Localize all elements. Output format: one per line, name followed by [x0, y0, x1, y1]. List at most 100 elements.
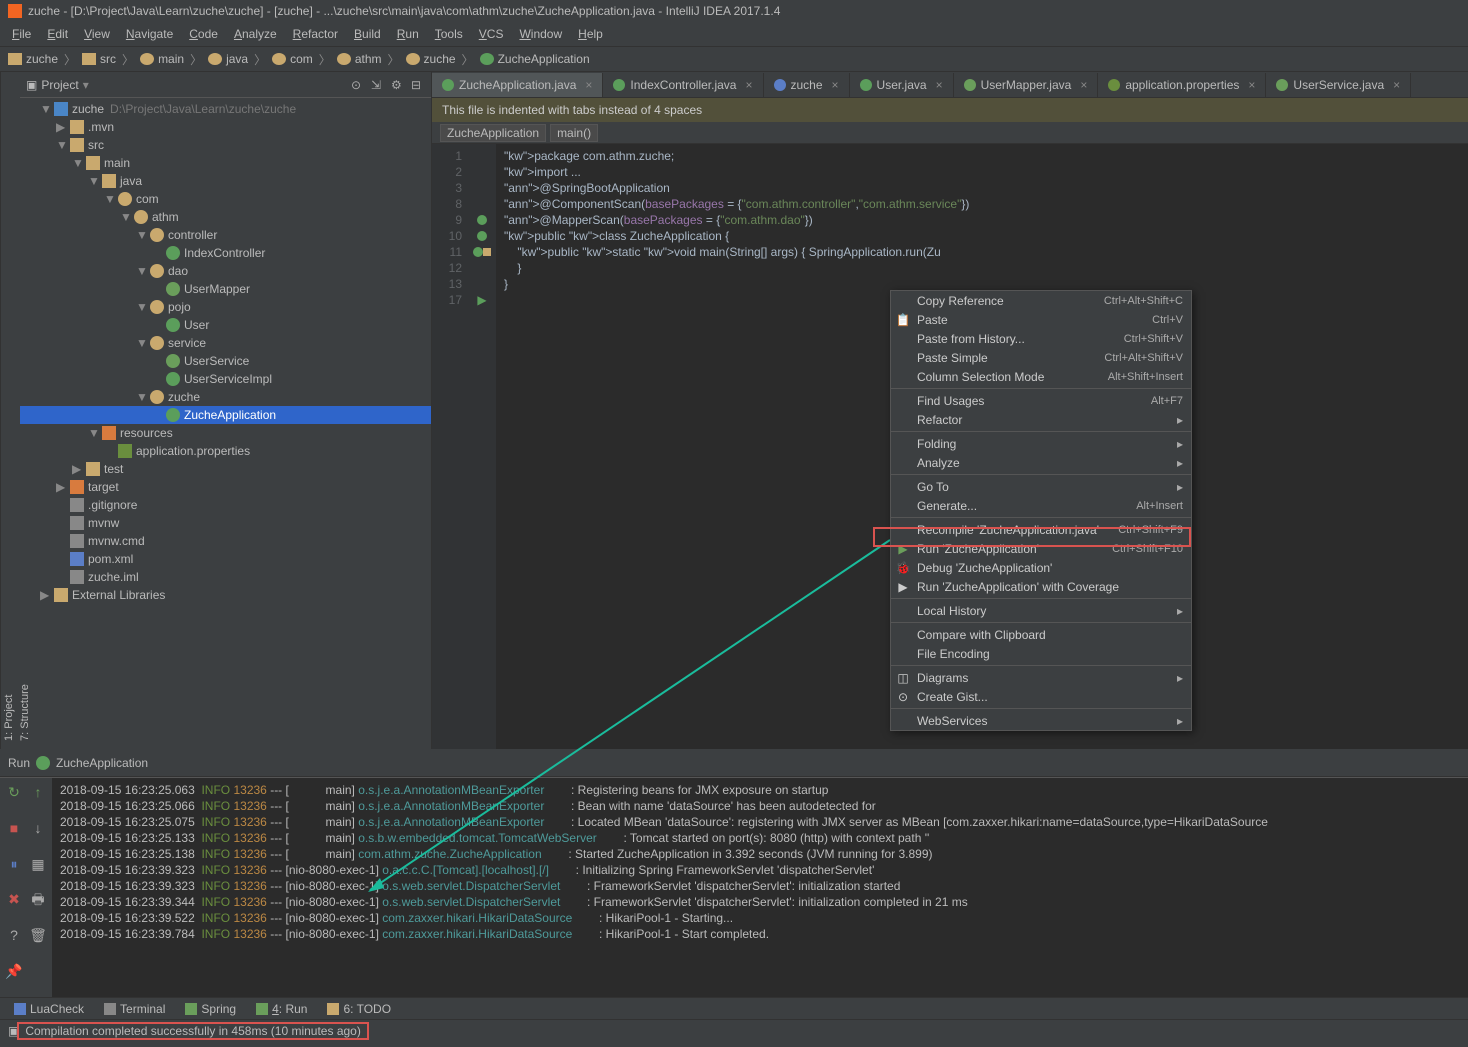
close-icon[interactable]: ✖: [4, 889, 24, 909]
structure-tool-tab[interactable]: 7: Structure: [17, 72, 33, 749]
editor-gutter[interactable]: ▶: [468, 144, 496, 749]
menu-window[interactable]: Window: [511, 25, 570, 43]
project-tree[interactable]: ▼zucheD:\Project\Java\Learn\zuche\zuche▶…: [20, 98, 431, 749]
menu-refactor[interactable]: Refactor: [285, 25, 346, 43]
print-icon[interactable]: 🖶: [28, 889, 48, 909]
ctx-paste-simple[interactable]: Paste SimpleCtrl+Alt+Shift+V: [891, 348, 1191, 367]
ctx-go-to[interactable]: Go To▸: [891, 477, 1191, 496]
project-tool-tab[interactable]: 1: Project: [1, 72, 17, 749]
run-console-output[interactable]: 2018-09-15 16:23:25.063 INFO 13236 --- […: [52, 778, 1468, 997]
tab-User.java[interactable]: User.java×: [850, 73, 954, 97]
tree-item-dao[interactable]: ▼dao: [20, 262, 431, 280]
menu-analyze[interactable]: Analyze: [226, 25, 285, 43]
tab-close-icon[interactable]: ×: [1393, 78, 1400, 92]
ctx-analyze[interactable]: Analyze▸: [891, 453, 1191, 472]
bean-icon[interactable]: [477, 215, 487, 225]
ctx-diagrams[interactable]: ◫Diagrams▸: [891, 668, 1191, 687]
tree-item-resources[interactable]: ▼resources: [20, 424, 431, 442]
trash-icon[interactable]: 🗑: [28, 925, 48, 945]
ctx-paste-from-history-[interactable]: Paste from History...Ctrl+Shift+V: [891, 329, 1191, 348]
tree-item-.mvn[interactable]: ▶.mvn: [20, 118, 431, 136]
ctx-copy-reference[interactable]: Copy ReferenceCtrl+Alt+Shift+C: [891, 291, 1191, 310]
menu-help[interactable]: Help: [570, 25, 611, 43]
expand-icon[interactable]: ⇲: [371, 78, 385, 92]
tab-close-icon[interactable]: ×: [1080, 78, 1087, 92]
tab-close-icon[interactable]: ×: [745, 78, 752, 92]
menu-build[interactable]: Build: [346, 25, 389, 43]
menu-vcs[interactable]: VCS: [471, 25, 512, 43]
tree-item-athm[interactable]: ▼athm: [20, 208, 431, 226]
ctx-create-gist-[interactable]: ⊙Create Gist...: [891, 687, 1191, 706]
tree-item-application.properties[interactable]: application.properties: [20, 442, 431, 460]
tree-item-UserService[interactable]: UserService: [20, 352, 431, 370]
tree-item-IndexController[interactable]: IndexController: [20, 244, 431, 262]
tree-item-UserServiceImpl[interactable]: UserServiceImpl: [20, 370, 431, 388]
tab-close-icon[interactable]: ×: [936, 78, 943, 92]
tree-item-mvnw.cmd[interactable]: mvnw.cmd: [20, 532, 431, 550]
tree-item-zuche[interactable]: ▼zuche: [20, 388, 431, 406]
ctx-folding[interactable]: Folding▸: [891, 434, 1191, 453]
ctx-webservices[interactable]: WebServices▸: [891, 711, 1191, 730]
ctx-refactor[interactable]: Refactor▸: [891, 410, 1191, 429]
tree-item-pojo[interactable]: ▼pojo: [20, 298, 431, 316]
menu-view[interactable]: View: [76, 25, 118, 43]
tree-item-target[interactable]: ▶target: [20, 478, 431, 496]
ctx-run-zucheapplication-with-coverage[interactable]: ▶Run 'ZucheApplication' with Coverage: [891, 577, 1191, 596]
tab-IndexController.java[interactable]: IndexController.java×: [603, 73, 763, 97]
layout-icon[interactable]: ▦: [28, 854, 48, 874]
down-icon[interactable]: ↓: [28, 818, 48, 838]
breadcrumb-zuche[interactable]: zuche: [402, 52, 460, 66]
up-icon[interactable]: ↑: [28, 782, 48, 802]
breadcrumb-item[interactable]: main(): [550, 124, 598, 142]
tree-item-com[interactable]: ▼com: [20, 190, 431, 208]
bottom-tab-Terminal[interactable]: Terminal: [94, 1002, 175, 1016]
tree-item-External Libraries[interactable]: ▶External Libraries: [20, 586, 431, 604]
menu-navigate[interactable]: Navigate: [118, 25, 181, 43]
tree-item-java[interactable]: ▼java: [20, 172, 431, 190]
tree-item-pom.xml[interactable]: pom.xml: [20, 550, 431, 568]
stop-icon[interactable]: ■: [4, 818, 24, 838]
ctx-compare-with-clipboard[interactable]: Compare with Clipboard: [891, 625, 1191, 644]
editor-context-menu[interactable]: Copy ReferenceCtrl+Alt+Shift+C📋PasteCtrl…: [890, 290, 1192, 731]
breadcrumb-zuche[interactable]: zuche: [4, 52, 62, 66]
tree-item-service[interactable]: ▼service: [20, 334, 431, 352]
bottom-tab-4: Run[interactable]: 4: Run: [246, 1002, 317, 1016]
menu-file[interactable]: File: [4, 25, 39, 43]
tree-item-zuche.iml[interactable]: zuche.iml: [20, 568, 431, 586]
tree-item-ZucheApplication[interactable]: ZucheApplication: [20, 406, 431, 424]
settings-icon[interactable]: ⚙: [391, 78, 405, 92]
project-dropdown-icon[interactable]: ▾: [83, 78, 89, 92]
pause-icon[interactable]: ⏸: [4, 854, 24, 874]
tree-item-mvnw[interactable]: mvnw: [20, 514, 431, 532]
tab-close-icon[interactable]: ×: [832, 78, 839, 92]
ctx-recompile-zucheapplication-java-[interactable]: Recompile 'ZucheApplication.java'Ctrl+Sh…: [891, 520, 1191, 539]
ctx-find-usages[interactable]: Find UsagesAlt+F7: [891, 391, 1191, 410]
hide-icon[interactable]: ⊟: [411, 78, 425, 92]
bean-icon[interactable]: [477, 231, 487, 241]
tree-item-src[interactable]: ▼src: [20, 136, 431, 154]
bottom-tab-Spring[interactable]: Spring: [175, 1002, 246, 1016]
bottom-tab-6: TODO[interactable]: 6: TODO: [317, 1002, 401, 1016]
tab-UserService.java[interactable]: UserService.java×: [1266, 73, 1411, 97]
tab-ZucheApplication.java[interactable]: ZucheApplication.java×: [432, 73, 603, 97]
pin-icon[interactable]: 📌: [4, 961, 24, 981]
tree-item-.gitignore[interactable]: .gitignore: [20, 496, 431, 514]
tree-item-controller[interactable]: ▼controller: [20, 226, 431, 244]
breadcrumb-athm[interactable]: athm: [333, 52, 386, 66]
rerun-icon[interactable]: ↻: [4, 782, 24, 802]
tab-close-icon[interactable]: ×: [1248, 78, 1255, 92]
left-tool-gutter[interactable]: 1: Project 7: Structure: [0, 72, 20, 749]
breadcrumb-src[interactable]: src: [78, 52, 120, 66]
menu-tools[interactable]: Tools: [427, 25, 471, 43]
ctx-local-history[interactable]: Local History▸: [891, 601, 1191, 620]
tree-item-zuche[interactable]: ▼zucheD:\Project\Java\Learn\zuche\zuche: [20, 100, 431, 118]
tab-application.properties[interactable]: application.properties×: [1098, 73, 1266, 97]
ctx-debug-zucheapplication-[interactable]: 🐞Debug 'ZucheApplication': [891, 558, 1191, 577]
collapse-icon[interactable]: ⊙: [351, 78, 365, 92]
breadcrumb-com[interactable]: com: [268, 52, 317, 66]
tree-item-test[interactable]: ▶test: [20, 460, 431, 478]
menu-edit[interactable]: Edit: [39, 25, 76, 43]
tab-UserMapper.java[interactable]: UserMapper.java×: [954, 73, 1099, 97]
run-line-icon[interactable]: ▶: [477, 293, 486, 307]
tree-item-UserMapper[interactable]: UserMapper: [20, 280, 431, 298]
